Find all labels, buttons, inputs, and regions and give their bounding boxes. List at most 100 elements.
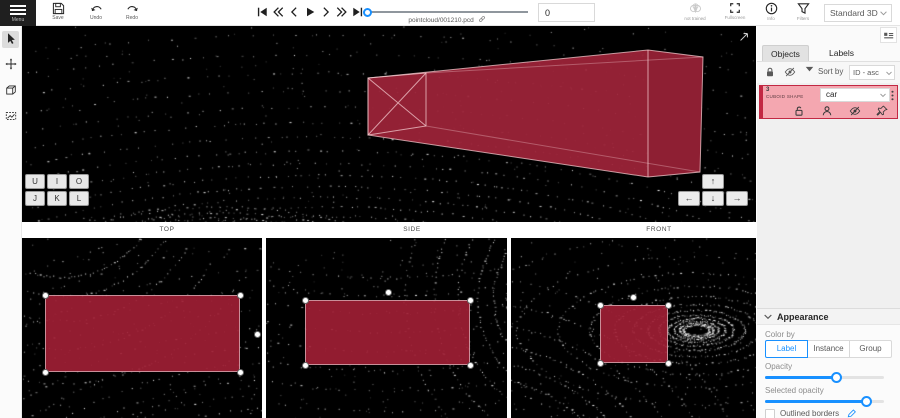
frame-filename: pointcloud/001210.pcd [356,15,538,24]
lock-all-icon[interactable] [764,66,776,78]
redo-label: Redo [116,15,148,21]
object-hide-icon[interactable] [849,105,861,117]
play-button[interactable] [304,5,316,19]
filters-label: Filters [788,16,818,21]
resize-handle[interactable] [467,362,474,369]
backward-frame-button[interactable] [272,5,284,19]
chevron-down-icon [880,93,886,98]
color-by-instance-button[interactable]: Instance [807,340,850,358]
resize-handle[interactable] [665,360,672,367]
nav-down-button[interactable]: ↓ [702,191,724,206]
resize-view-icon[interactable] [738,31,750,43]
front-ortho-view[interactable] [511,238,756,418]
hide-all-icon[interactable] [784,66,796,78]
selected-opacity-label: Selected opacity [765,386,824,395]
resize-handle[interactable] [302,362,309,369]
key-l-button[interactable]: L [69,191,89,206]
cuboid-tool-button[interactable] [2,83,19,100]
outlined-borders-checkbox[interactable] [765,409,775,418]
rotate-handle[interactable] [385,289,392,296]
resize-handle[interactable] [237,369,244,376]
move-tool-button[interactable] [2,57,19,74]
slider-handle[interactable] [831,372,842,383]
filename-text: pointcloud/001210.pcd [408,17,473,24]
collapse-sidebar-button[interactable] [880,27,897,43]
ai-tools-button[interactable]: not trained [676,2,714,21]
object-occluded-icon[interactable] [821,105,833,117]
cuboid-front-projection[interactable] [600,305,668,363]
cursor-tool-button[interactable] [2,31,19,48]
key-o-button[interactable]: O [69,174,89,189]
slider-fill [765,376,836,379]
info-icon [765,2,778,15]
sidebar-toggle-icon [883,30,894,41]
frame-number-input[interactable] [538,3,595,22]
key-k-button[interactable]: K [47,191,67,206]
object-label-value: car [826,90,837,99]
resize-handle[interactable] [467,297,474,304]
undo-icon [90,2,103,15]
slider-handle[interactable] [861,396,872,407]
object-label-select[interactable]: car [820,88,890,102]
move-icon [5,58,17,70]
nav-left-button[interactable]: ← [678,191,700,206]
opacity-slider[interactable] [765,372,884,383]
first-frame-button[interactable] [256,5,268,19]
object-pin-icon[interactable] [876,105,888,117]
color-by-group: Label Instance Group [765,340,892,358]
sort-select[interactable]: ID - asc [849,65,895,80]
outlined-borders-label: Outlined borders [780,409,839,418]
nav-right-button[interactable]: → [726,191,748,206]
resize-handle[interactable] [597,302,604,309]
image-context-tool-button[interactable] [2,109,19,126]
edit-color-pen-icon[interactable] [847,409,856,418]
undo-button[interactable]: Undo [80,2,112,25]
selected-opacity-slider[interactable] [765,396,884,407]
save-button[interactable]: Save [42,2,74,25]
chevron-down-icon [880,11,887,16]
key-u-button[interactable]: U [25,174,45,189]
filters-button[interactable]: Filters [788,2,818,21]
color-by-group-button[interactable]: Group [849,340,892,358]
image-context-icon [5,110,17,122]
expand-all-caret-icon[interactable] [805,66,814,73]
resize-handle[interactable] [42,369,49,376]
forward-frame-button[interactable] [336,5,348,19]
key-j-button[interactable]: J [25,191,45,206]
rotate-handle[interactable] [254,331,261,338]
top-ortho-view[interactable] [22,238,262,418]
sidebar-header [757,26,900,43]
selected-cuboid-3d[interactable] [22,26,756,222]
chevron-down-icon [764,314,772,320]
resize-handle[interactable] [237,292,244,299]
redo-button[interactable]: Redo [116,2,148,25]
workspace-select[interactable]: Standard 3D [824,4,892,22]
perspective-3d-view[interactable]: U I O J K L ↑ ← ↓ → [22,26,756,222]
key-i-button[interactable]: I [47,174,67,189]
rotate-handle[interactable] [630,294,637,301]
resize-handle[interactable] [42,292,49,299]
previous-frame-button[interactable] [288,5,300,19]
info-button[interactable]: Info [756,2,786,21]
main-menu-button[interactable]: Menu [0,0,36,26]
object-lock-icon[interactable] [793,105,805,117]
tab-objects[interactable]: Objects [762,45,809,61]
resize-handle[interactable] [302,297,309,304]
object-actions-menu-button[interactable] [888,88,896,106]
slider-fill [765,400,866,403]
link-icon[interactable] [478,15,486,23]
object-list-item[interactable]: 3 CUBOID SHAPE car [759,85,898,119]
color-by-label-button[interactable]: Label [765,340,808,358]
cuboid-side-projection[interactable] [305,300,470,365]
resize-handle[interactable] [665,302,672,309]
cuboid-icon [5,84,17,96]
appearance-header[interactable]: Appearance [757,309,900,325]
next-frame-button[interactable] [320,5,332,19]
resize-handle[interactable] [597,360,604,367]
fullscreen-button[interactable]: Fullscreen [718,2,752,20]
tab-labels[interactable]: Labels [821,45,862,61]
objects-list-controls: Sort by ID - asc [757,62,900,83]
nav-up-button[interactable]: ↑ [702,174,724,189]
side-ortho-view[interactable] [266,238,507,418]
cuboid-top-projection[interactable] [45,295,240,372]
